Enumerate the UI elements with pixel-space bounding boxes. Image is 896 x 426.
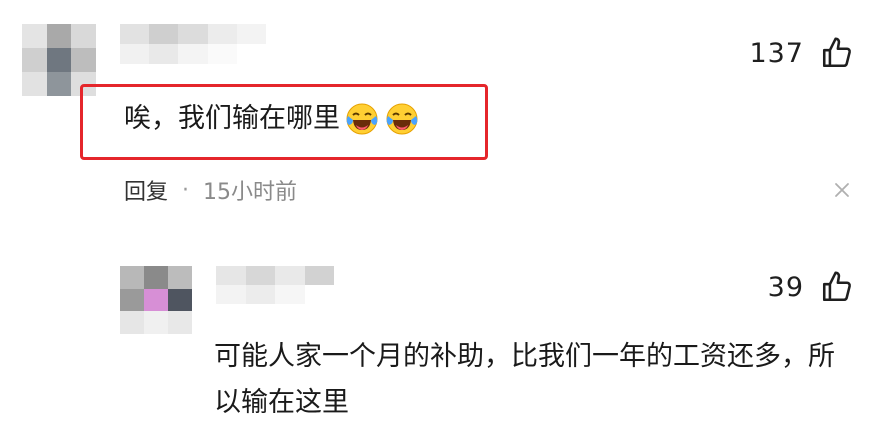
reply-text: 可能人家一个月的补助，比我们一年的工资还多，所以输在这里	[214, 341, 835, 418]
reply-avatar[interactable]	[120, 266, 192, 334]
reply-button[interactable]: 回复	[124, 174, 168, 206]
comment-meta: 回复 · 15小时前	[124, 174, 297, 206]
username[interactable]	[120, 24, 267, 64]
reply-username[interactable]	[216, 266, 334, 304]
timestamp: 15小时前	[203, 180, 298, 205]
thumbs-up-icon[interactable]	[820, 36, 854, 70]
reply-like-count: 39	[767, 272, 804, 303]
like-count: 137	[749, 38, 804, 69]
close-icon[interactable]	[832, 180, 852, 200]
laugh-cry-emoji-icon	[386, 103, 418, 135]
comment-text: 唉，我们输在哪里	[124, 101, 420, 137]
comment-body: 唉，我们输在哪里	[124, 103, 340, 134]
separator-dot: ·	[182, 177, 190, 203]
laugh-cry-emoji-icon	[346, 103, 378, 135]
thumbs-up-icon[interactable]	[820, 270, 854, 304]
